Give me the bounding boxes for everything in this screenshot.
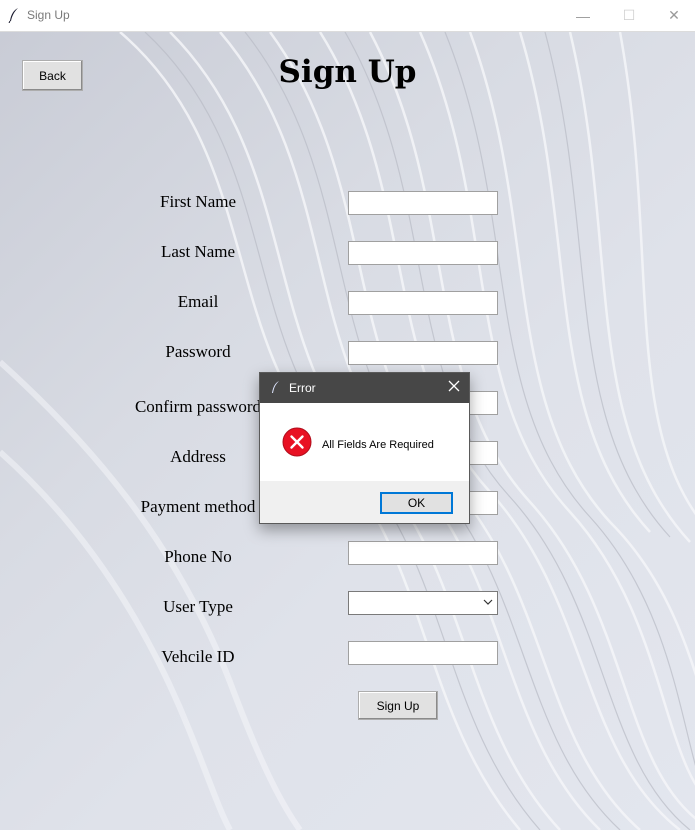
phone-no-field[interactable] <box>348 541 498 565</box>
error-dialog-titlebar: Error <box>260 373 469 403</box>
error-message: All Fields Are Required <box>322 439 434 451</box>
email-field[interactable] <box>348 291 498 315</box>
error-dialog: Error All Fields Are Required OK <box>259 372 470 524</box>
user-type-label: User Type <box>163 597 233 616</box>
window-titlebar: Sign Up — ☐ ✕ <box>0 0 695 32</box>
last-name-label: Last Name <box>160 242 236 261</box>
minimize-button[interactable]: — <box>560 0 606 31</box>
close-icon[interactable] <box>447 379 461 393</box>
error-dialog-body: All Fields Are Required <box>260 403 469 481</box>
phone-no-label: Phone No <box>164 547 232 566</box>
window-title: Sign Up <box>27 8 70 22</box>
error-icon <box>282 427 312 457</box>
error-dialog-footer: OK <box>260 481 469 523</box>
ok-button[interactable]: OK <box>380 492 453 514</box>
sign-up-button[interactable]: Sign Up <box>358 691 438 720</box>
first-name-label: First Name <box>159 192 237 211</box>
last-name-field[interactable] <box>348 241 498 265</box>
close-icon: ✕ <box>668 7 680 23</box>
feather-icon <box>8 8 18 23</box>
back-button-label: Back <box>39 68 66 83</box>
chevron-down-icon <box>483 599 493 605</box>
user-type-dropdown[interactable] <box>348 591 498 615</box>
password-field[interactable] <box>348 341 498 365</box>
error-dialog-title: Error <box>289 381 316 395</box>
vehicle-id-field[interactable] <box>348 641 498 665</box>
first-name-field[interactable] <box>348 191 498 215</box>
maximize-button[interactable]: ☐ <box>606 0 652 31</box>
vehicle-id-label: Vehcile ID <box>161 647 235 666</box>
maximize-icon: ☐ <box>622 7 636 23</box>
back-button[interactable]: Back <box>22 60 83 91</box>
sign-up-button-label: Sign Up <box>376 698 420 713</box>
page-title: Sign Up <box>278 54 417 90</box>
ok-button-label: OK <box>407 496 426 510</box>
feather-icon <box>272 381 279 393</box>
close-button[interactable]: ✕ <box>651 0 695 31</box>
password-label: Password <box>165 342 231 361</box>
minimize-icon: — <box>576 7 590 24</box>
email-label: Email <box>177 292 219 311</box>
